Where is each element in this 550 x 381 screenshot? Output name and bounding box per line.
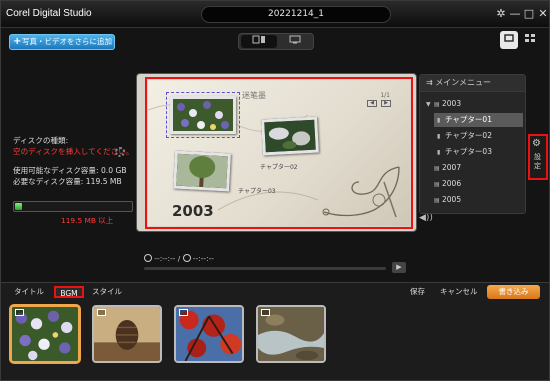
expanded-arrow-icon[interactable]: ▼: [426, 98, 434, 112]
capacity-fill: [15, 203, 22, 210]
film-strip-icon: ▤: [434, 197, 440, 204]
film-icon: [179, 309, 188, 316]
total-time-clock-icon: [182, 254, 191, 262]
side-settings-label: 設定: [534, 153, 541, 170]
burn-button[interactable]: 書き込み: [487, 285, 540, 299]
disc-type-label: ディスクの種類:: [13, 136, 69, 145]
available-capacity: 使用可能なディスク容量: 0.0 GB: [13, 166, 127, 175]
tab-title[interactable]: タイトル: [11, 286, 47, 298]
minimize-button[interactable]: —: [509, 7, 521, 21]
menu-list-icon: ⇉: [426, 78, 436, 87]
menu-tree-item-label: チャプター01: [445, 115, 492, 124]
required-capacity: 必要なディスク容量: 119.5 MB: [13, 177, 122, 186]
loading-spinner-icon: [115, 147, 125, 157]
menu-tree-item[interactable]: ▤ 2006: [423, 177, 523, 191]
menu-panel-header: ⇉ メインメニュー: [420, 75, 525, 92]
scroll-ornament-icon: [322, 166, 400, 218]
seek-bar[interactable]: [144, 267, 386, 270]
maximize-button[interactable]: □: [523, 7, 535, 21]
film-strip-icon: ▤: [434, 165, 440, 172]
menu-tree-item-label: チャプター03: [445, 147, 492, 156]
corel-digital-studio-window: Corel Digital Studio 20221214_1 ✲ — □ ✕ …: [0, 0, 550, 381]
prev-page-icon[interactable]: ◀: [367, 100, 377, 107]
tab-style[interactable]: スタイル: [89, 286, 125, 298]
tab-bgm[interactable]: BGM: [54, 286, 84, 298]
cancel-button[interactable]: キャンセル: [440, 286, 478, 298]
bookmark-icon: ▮: [437, 117, 441, 124]
plus-icon: +: [13, 36, 22, 47]
total-time: --:--:--: [192, 254, 214, 263]
menu-tree-item[interactable]: ▤ 2007: [423, 161, 523, 175]
menu-tree-item[interactable]: ▮ チャプター01: [434, 113, 523, 127]
disc-info-panel: ディスクの種類: 空のディスクを挿入してください。 使用可能なディスク容量: 0…: [13, 135, 138, 187]
menu-tree-item[interactable]: ▼ ▤ 2003: [423, 97, 523, 111]
gears-icon: ⚙: [532, 138, 541, 149]
film-icon: [15, 309, 24, 316]
over-capacity-label: 119.5 MB 以上: [61, 216, 114, 225]
flowers-image: [173, 99, 233, 131]
next-page-icon[interactable]: ▶: [381, 100, 391, 107]
disc-mode-icon: [252, 35, 265, 44]
preview-view-icon: [504, 34, 514, 42]
save-button[interactable]: 保存: [410, 286, 425, 298]
screen-mode-button[interactable]: [277, 35, 313, 48]
time-separator: /: [177, 254, 181, 263]
menu-decorative-text: 迷笔墨: [242, 91, 266, 100]
media-thumbnail-red-leaves[interactable]: [174, 305, 244, 363]
media-thumbnail-flowers[interactable]: [10, 305, 80, 363]
grid-view-button[interactable]: [521, 31, 539, 49]
media-thumbnail-pinecone[interactable]: [92, 305, 162, 363]
menu-tree-panel: ⇉ メインメニュー ▼ ▤ 2003 ▮ チャプター01 ▮ チャプター02 ▮ チャプター03…: [419, 74, 526, 214]
film-icon: [97, 309, 106, 316]
menu-tree-item-label: 2005: [442, 195, 462, 204]
volume-icon[interactable]: ◀)): [419, 213, 433, 223]
disc-mode-button[interactable]: [241, 35, 277, 48]
side-settings-button[interactable]: ⚙ 設定: [528, 134, 548, 180]
chapter-01-thumbnail[interactable]: [166, 92, 240, 138]
close-button[interactable]: ✕: [537, 7, 549, 21]
bottom-panel: タイトル BGM スタイル 保存 キャンセル 書き込み: [1, 282, 549, 380]
page-indicator: 1/1: [380, 92, 390, 99]
film-icon: [261, 309, 270, 316]
grid-view-icon: [525, 34, 535, 42]
bookmark-icon: ▮: [437, 149, 441, 156]
preview-view-button[interactable]: [500, 31, 518, 49]
capacity-bar: [13, 201, 133, 212]
current-time: --:--:--: [154, 254, 176, 263]
screen-mode-icon: [289, 35, 301, 44]
menu-tree-item[interactable]: ▤ 2005: [423, 193, 523, 207]
menu-tree-item-label: チャプター02: [445, 131, 492, 140]
chapter-02-label: チャプター02: [260, 164, 298, 171]
menu-year-title: 2003: [172, 202, 214, 220]
menu-tree-item-label: 2007: [442, 163, 462, 172]
film-strip-icon: ▤: [434, 101, 440, 108]
current-time-clock-icon: [144, 254, 152, 262]
project-title[interactable]: 20221214_1: [201, 6, 391, 23]
menu-tree-item-label: 2003: [442, 99, 462, 108]
settings-gear-icon[interactable]: ✲: [495, 7, 507, 21]
chapter-02-thumbnail[interactable]: [261, 116, 319, 156]
play-button[interactable]: ▶: [392, 262, 406, 273]
add-media-button[interactable]: + 写真・ビデオをさらに追加: [9, 34, 115, 50]
menu-tree-item[interactable]: ▮ チャプター03: [434, 145, 523, 159]
disc-menu-preview[interactable]: 迷笔墨 1/1 ◀ ▶ チャプター02 チャプター03 2003: [145, 77, 413, 229]
chapter-03-label: チャプター03: [238, 188, 276, 195]
tree-image: [176, 153, 228, 189]
add-media-label: 写真・ビデオをさらに追加: [22, 37, 112, 46]
title-bar: Corel Digital Studio 20221214_1 ✲ — □ ✕: [1, 1, 549, 28]
time-display: --:--:-- / --:--:--: [144, 254, 214, 263]
bookmark-icon: ▮: [437, 133, 441, 140]
app-title: Corel Digital Studio: [6, 8, 92, 19]
menu-tree-item-label: 2006: [442, 179, 462, 188]
leaves-image: [264, 119, 316, 153]
menu-panel-title: メインメニュー: [435, 78, 492, 87]
mode-toggle-group: [238, 33, 314, 50]
media-thumbnail-stream[interactable]: [256, 305, 326, 363]
menu-tree-item[interactable]: ▮ チャプター02: [434, 129, 523, 143]
chapter-03-thumbnail[interactable]: [173, 150, 231, 192]
film-strip-icon: ▤: [434, 181, 440, 188]
